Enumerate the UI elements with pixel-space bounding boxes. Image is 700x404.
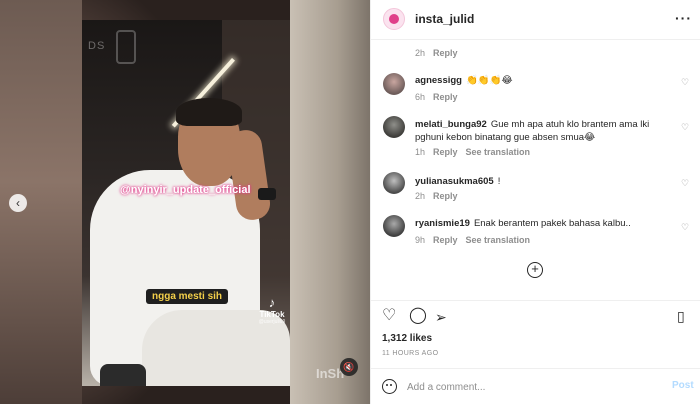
comment-username[interactable]: yulianasukma605	[415, 176, 494, 187]
load-more-comments-icon[interactable]: +	[527, 262, 543, 278]
likes-count[interactable]: 1,312 likes	[382, 333, 432, 344]
tiktok-name: TikTok	[259, 310, 285, 319]
comment-input[interactable]	[407, 379, 657, 395]
comment-meta: 2h Reply	[415, 48, 458, 58]
reply-button[interactable]: Reply	[433, 48, 458, 58]
chevron-left-icon[interactable]: ‹	[9, 194, 27, 212]
comment-text: ryanismie19 Enak berantem pakek bahasa ka…	[415, 217, 665, 230]
reply-button[interactable]: Reply	[433, 92, 458, 102]
comment-username[interactable]: agnessigg	[415, 75, 462, 86]
heart-icon[interactable]: ♡	[382, 308, 396, 324]
comment-meta: 6h Reply	[415, 92, 458, 102]
comment-time: 9h	[415, 235, 426, 245]
heart-icon[interactable]: ♡	[681, 178, 689, 189]
avatar[interactable]	[383, 116, 405, 138]
comment-meta: 9h Reply See translation	[415, 235, 530, 245]
tiktok-watermark: ♪ TikTok @userjuli69	[254, 295, 290, 326]
speaker-muted-icon[interactable]: 🔇	[340, 358, 358, 376]
tiktok-handle: @userjuli69	[258, 319, 286, 325]
comment-username[interactable]: ryanismie19	[415, 218, 470, 229]
heart-icon[interactable]: ♡	[681, 222, 689, 233]
post-media: DS @nyinyir_update_official ngga mesti s…	[0, 0, 370, 404]
paper-plane-icon[interactable]: ➢	[435, 309, 447, 325]
avatar-mark	[389, 14, 399, 24]
comment-meta: 1h Reply See translation	[415, 147, 530, 157]
heart-icon[interactable]: ♡	[681, 122, 689, 133]
heart-icon[interactable]: ♡	[681, 77, 689, 88]
comment-time: 2h	[415, 191, 426, 201]
comment-text: yulianasukma605!	[415, 175, 665, 188]
see-translation-button[interactable]: See translation	[466, 235, 531, 245]
comment-body: 👏👏👏😂	[466, 75, 513, 86]
reply-button[interactable]: Reply	[433, 147, 458, 157]
video-caption: ngga mesti sih	[146, 289, 229, 304]
post-button[interactable]: Post	[672, 380, 694, 391]
blurred-background-right	[290, 0, 370, 404]
person-hair	[176, 98, 242, 126]
comment-text: agnessigg 👏👏👏😂	[415, 74, 665, 87]
avatar[interactable]	[383, 73, 405, 95]
post-actions: ♡ ◯ ➢ ▯	[371, 300, 700, 334]
comment-time: 2h	[415, 48, 426, 58]
avatar[interactable]	[383, 215, 405, 237]
reply-button[interactable]: Reply	[433, 235, 458, 245]
post-side-panel: insta_julid ··· 2h Reply agnessigg 👏👏👏😂 ♡ …	[370, 0, 700, 404]
comment-body: !	[497, 176, 501, 187]
comment-body: Enak berantem pakek bahasa kalbu..	[473, 218, 631, 229]
see-translation-button[interactable]: See translation	[466, 147, 531, 157]
video-watermark: @nyinyir_update_official	[120, 184, 251, 196]
avatar[interactable]	[383, 8, 405, 30]
more-horizontal-icon[interactable]: ···	[675, 10, 692, 26]
person-watch	[258, 188, 276, 200]
video-seal	[116, 30, 136, 64]
person-shoe	[100, 364, 146, 386]
post-header: insta_julid ···	[371, 0, 700, 40]
comment-time: 1h	[415, 147, 426, 157]
smiley-icon[interactable]	[382, 379, 397, 394]
comment-icon[interactable]: ◯	[409, 308, 427, 324]
tiktok-icon: ♪	[268, 295, 276, 310]
comment-time: 6h	[415, 92, 426, 102]
post-time: 11 HOURS AGO	[382, 350, 439, 357]
header-username[interactable]: insta_julid	[415, 12, 474, 26]
video-logo-mark: DS	[88, 40, 106, 52]
avatar[interactable]	[383, 172, 405, 194]
video-frame[interactable]: DS	[82, 20, 290, 386]
comment-username[interactable]: melati_bunga92	[415, 119, 487, 130]
comment-meta: 2h Reply	[415, 191, 458, 201]
comment-text: melati_bunga92 Gue mh apa atuh klo brante…	[415, 118, 665, 144]
add-comment-bar: Post	[371, 368, 700, 404]
bookmark-icon[interactable]: ▯	[677, 308, 685, 324]
reply-button[interactable]: Reply	[433, 191, 458, 201]
